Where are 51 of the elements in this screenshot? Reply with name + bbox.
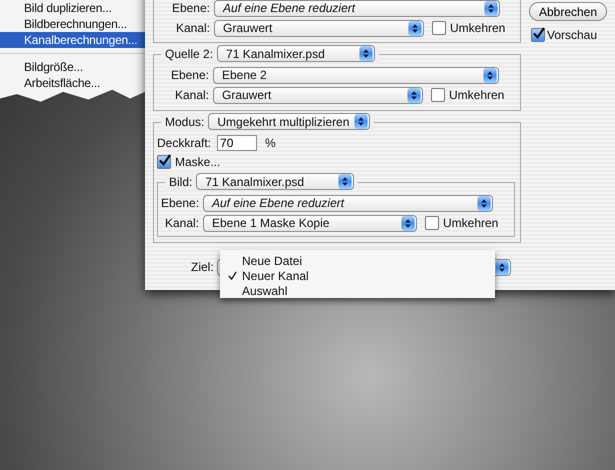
checkbox-label: Maske...	[175, 155, 220, 169]
up-down-arrows-icon	[483, 68, 497, 82]
checkbox-label: Vorschau	[547, 28, 598, 42]
menu-item[interactable]: Neue Datei	[220, 253, 495, 268]
up-down-arrows-icon	[495, 260, 509, 274]
menu-item[interactable]: Bildgröße...	[0, 59, 145, 75]
up-down-arrows-icon	[408, 20, 422, 36]
dropdown[interactable]: 71 Kanalmixer.psd	[196, 173, 354, 190]
checkbox[interactable]	[425, 216, 439, 230]
up-down-arrows-icon	[407, 88, 421, 102]
field-label: Kanal:	[174, 88, 209, 102]
field-label: Ebene:	[161, 196, 199, 210]
field-label: Quelle 2:	[165, 46, 214, 60]
checkbox-label: Umkehren	[450, 21, 506, 35]
dropdown[interactable]: 71 Kanalmixer.psd	[217, 45, 376, 62]
menu-item[interactable]: Auswahl	[220, 283, 495, 298]
dropdown[interactable]: Auf eine Ebene reduziert	[214, 0, 500, 16]
dropdown[interactable]: Grauwert	[213, 86, 423, 104]
field-label: Ziel:	[191, 260, 213, 274]
field-label: Ebene:	[170, 1, 210, 15]
menu-item[interactable]: Bild duplizieren...	[0, 0, 145, 16]
checkbox[interactable]	[531, 28, 545, 42]
field-label: Bild:	[169, 174, 192, 188]
dropdown[interactable]: Umgekehrt multiplizieren	[208, 113, 370, 130]
opacity-input[interactable]: 70	[217, 135, 258, 151]
dropdown[interactable]: Ebene 1 Maske Kopie	[203, 214, 417, 232]
up-down-arrows-icon	[401, 216, 415, 230]
field-label: Kanal:	[174, 21, 210, 35]
field-label: Ebene:	[170, 68, 209, 82]
menu-item[interactable]: Kanalberechnungen...	[0, 32, 145, 48]
menu-item[interactable]: Arbeitsfläche...	[0, 75, 145, 91]
field-label: Kanal:	[164, 216, 199, 230]
menu-item[interactable]: Neuer Kanal	[220, 268, 495, 283]
unit-label: %	[265, 136, 276, 150]
checkbox-label: Umkehren	[449, 88, 504, 102]
checkbox-label: Umkehren	[443, 216, 498, 230]
dropdown[interactable]: Auf eine Ebene reduziert	[203, 194, 493, 212]
dropdown[interactable]: Grauwert	[214, 20, 424, 36]
field-label: Modus:	[165, 114, 204, 128]
up-down-arrows-icon	[359, 46, 374, 61]
checkbox[interactable]	[431, 88, 445, 102]
cancel-button[interactable]: Abbrechen	[529, 2, 607, 21]
menu-item[interactable]: Bildberechnungen...	[0, 16, 145, 32]
checkbox[interactable]	[432, 21, 446, 35]
up-down-arrows-icon	[338, 174, 352, 189]
up-down-arrows-icon	[354, 114, 368, 129]
up-down-arrows-icon	[477, 196, 491, 210]
dropdown[interactable]: Ebene 2	[213, 66, 499, 84]
checkbox[interactable]	[157, 155, 171, 169]
field-label: Deckkraft:	[157, 136, 212, 150]
up-down-arrows-icon	[484, 0, 498, 16]
